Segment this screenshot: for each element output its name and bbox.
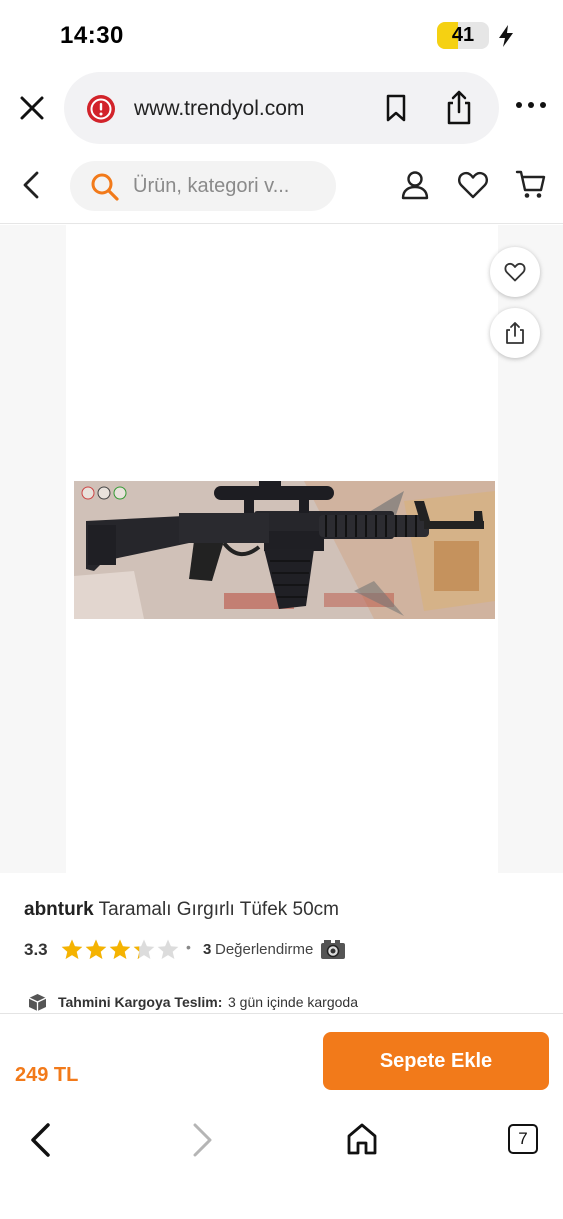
- security-warning-icon[interactable]: [86, 94, 116, 124]
- search-placeholder: Ürün, kategori v...: [133, 175, 290, 197]
- product-title: abnturk Taramalı Gırgırlı Tüfek 50cm: [24, 899, 339, 921]
- delivery-value: 3 gün içinde kargoda: [228, 994, 358, 1010]
- product-brand[interactable]: abnturk: [24, 899, 94, 920]
- review-count[interactable]: 3: [203, 941, 211, 958]
- purchase-bar: 249 TL Sepete Ekle: [0, 1013, 563, 1105]
- add-to-cart-button[interactable]: Sepete Ekle: [323, 1032, 549, 1090]
- heart-icon: [504, 262, 526, 282]
- browser-bar: www.trendyol.com: [0, 70, 563, 148]
- product-image-gallery[interactable]: [0, 225, 563, 873]
- back-arrow-icon[interactable]: [28, 1122, 54, 1158]
- bookmark-icon[interactable]: [384, 94, 408, 122]
- search-input[interactable]: Ürün, kategori v...: [70, 161, 336, 211]
- favorite-button[interactable]: [490, 247, 540, 297]
- url-text[interactable]: www.trendyol.com: [134, 97, 304, 121]
- rating-separator: •: [186, 939, 191, 955]
- browser-bottom-nav: 7: [0, 1106, 563, 1219]
- close-icon[interactable]: [16, 92, 48, 124]
- rating-star: [61, 939, 83, 959]
- battery-level: 41: [451, 24, 475, 46]
- heart-icon[interactable]: [457, 170, 489, 200]
- site-header: Ürün, kategori v...: [0, 148, 563, 224]
- address-bar[interactable]: www.trendyol.com: [64, 72, 499, 144]
- user-icon[interactable]: [400, 170, 430, 200]
- forward-arrow-icon[interactable]: [189, 1122, 215, 1158]
- share-icon: [506, 322, 524, 344]
- rating-stars: [61, 939, 179, 959]
- rating-star: [157, 939, 179, 959]
- rating-row[interactable]: 3.3 • 3 Değerlendirme: [24, 938, 544, 964]
- more-options-icon[interactable]: [514, 100, 548, 110]
- rating-star: [133, 939, 155, 959]
- delivery-label: Tahmini Kargoya Teslim:: [58, 994, 223, 1010]
- cart-icon[interactable]: [515, 168, 547, 200]
- back-chevron-icon[interactable]: [20, 170, 42, 200]
- share-icon[interactable]: [444, 90, 474, 126]
- rating-value: 3.3: [24, 940, 48, 959]
- home-icon[interactable]: [346, 1122, 378, 1156]
- share-product-button[interactable]: [490, 308, 540, 358]
- review-label[interactable]: Değerlendirme: [215, 941, 313, 958]
- rating-star: [85, 939, 107, 959]
- battery-indicator: 41: [437, 22, 489, 49]
- rating-star: [109, 939, 131, 959]
- tabs-button[interactable]: 7: [508, 1124, 538, 1154]
- camera-icon[interactable]: [320, 938, 346, 960]
- status-time: 14:30: [60, 22, 124, 49]
- status-bar: 14:30 41: [0, 0, 563, 70]
- delivery-info: Tahmini Kargoya Teslim: 3 gün içinde kar…: [28, 992, 548, 1014]
- product-price: 249 TL: [15, 1064, 79, 1086]
- product-photo-toy-rifle[interactable]: [74, 481, 495, 619]
- charging-icon: [499, 25, 513, 47]
- search-icon: [91, 173, 119, 201]
- product-name: Taramalı Gırgırlı Tüfek 50cm: [98, 899, 340, 920]
- product-image-canvas[interactable]: [66, 225, 498, 873]
- package-icon: [28, 994, 47, 1011]
